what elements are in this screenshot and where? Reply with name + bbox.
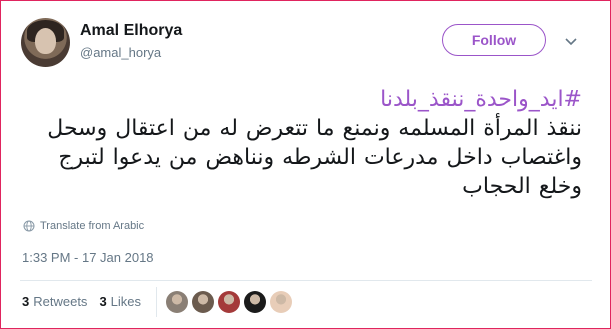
timestamp[interactable]: 1:33 PM - 17 Jan 2018 bbox=[22, 250, 154, 265]
chevron-down-icon[interactable] bbox=[563, 33, 579, 49]
liker-avatar[interactable] bbox=[270, 291, 292, 313]
tweet-card: Amal Elhorya @amal_horya Follow #ايد_واح… bbox=[0, 0, 611, 329]
liker-avatar[interactable] bbox=[244, 291, 266, 313]
translate-label: Translate from Arabic bbox=[40, 220, 145, 232]
globe-icon bbox=[23, 220, 35, 232]
user-handle[interactable]: @amal_horya bbox=[80, 45, 161, 60]
display-name[interactable]: Amal Elhorya bbox=[80, 22, 182, 40]
engagement-stats: 3 Retweets 3 Likes bbox=[22, 294, 153, 309]
avatar-face bbox=[35, 28, 56, 54]
retweets-label: Retweets bbox=[33, 294, 88, 309]
stats-separator bbox=[156, 287, 157, 317]
liker-avatar[interactable] bbox=[218, 291, 240, 313]
follow-button[interactable]: Follow bbox=[442, 24, 546, 56]
tweet-body: ننقذ المرأة المسلمه ونمنع ما تتعرض له من… bbox=[47, 116, 582, 199]
avatar[interactable] bbox=[21, 18, 70, 67]
liker-avatars bbox=[166, 291, 292, 313]
liker-avatar[interactable] bbox=[166, 291, 188, 313]
likes-count: 3 bbox=[99, 294, 107, 309]
likes-label: Likes bbox=[110, 294, 142, 309]
hashtag-link[interactable]: #ايد_واحدة_ننقذ_بلدنا bbox=[19, 85, 582, 114]
retweets-stat[interactable]: 3 Retweets bbox=[22, 294, 87, 309]
tweet-text: #ايد_واحدة_ننقذ_بلدنا ننقذ المرأة المسلم… bbox=[19, 85, 582, 201]
liker-avatar[interactable] bbox=[192, 291, 214, 313]
likes-stat[interactable]: 3 Likes bbox=[99, 294, 141, 309]
translate-link[interactable]: Translate from Arabic bbox=[23, 220, 144, 232]
divider-top bbox=[20, 280, 592, 281]
retweets-count: 3 bbox=[22, 294, 30, 309]
